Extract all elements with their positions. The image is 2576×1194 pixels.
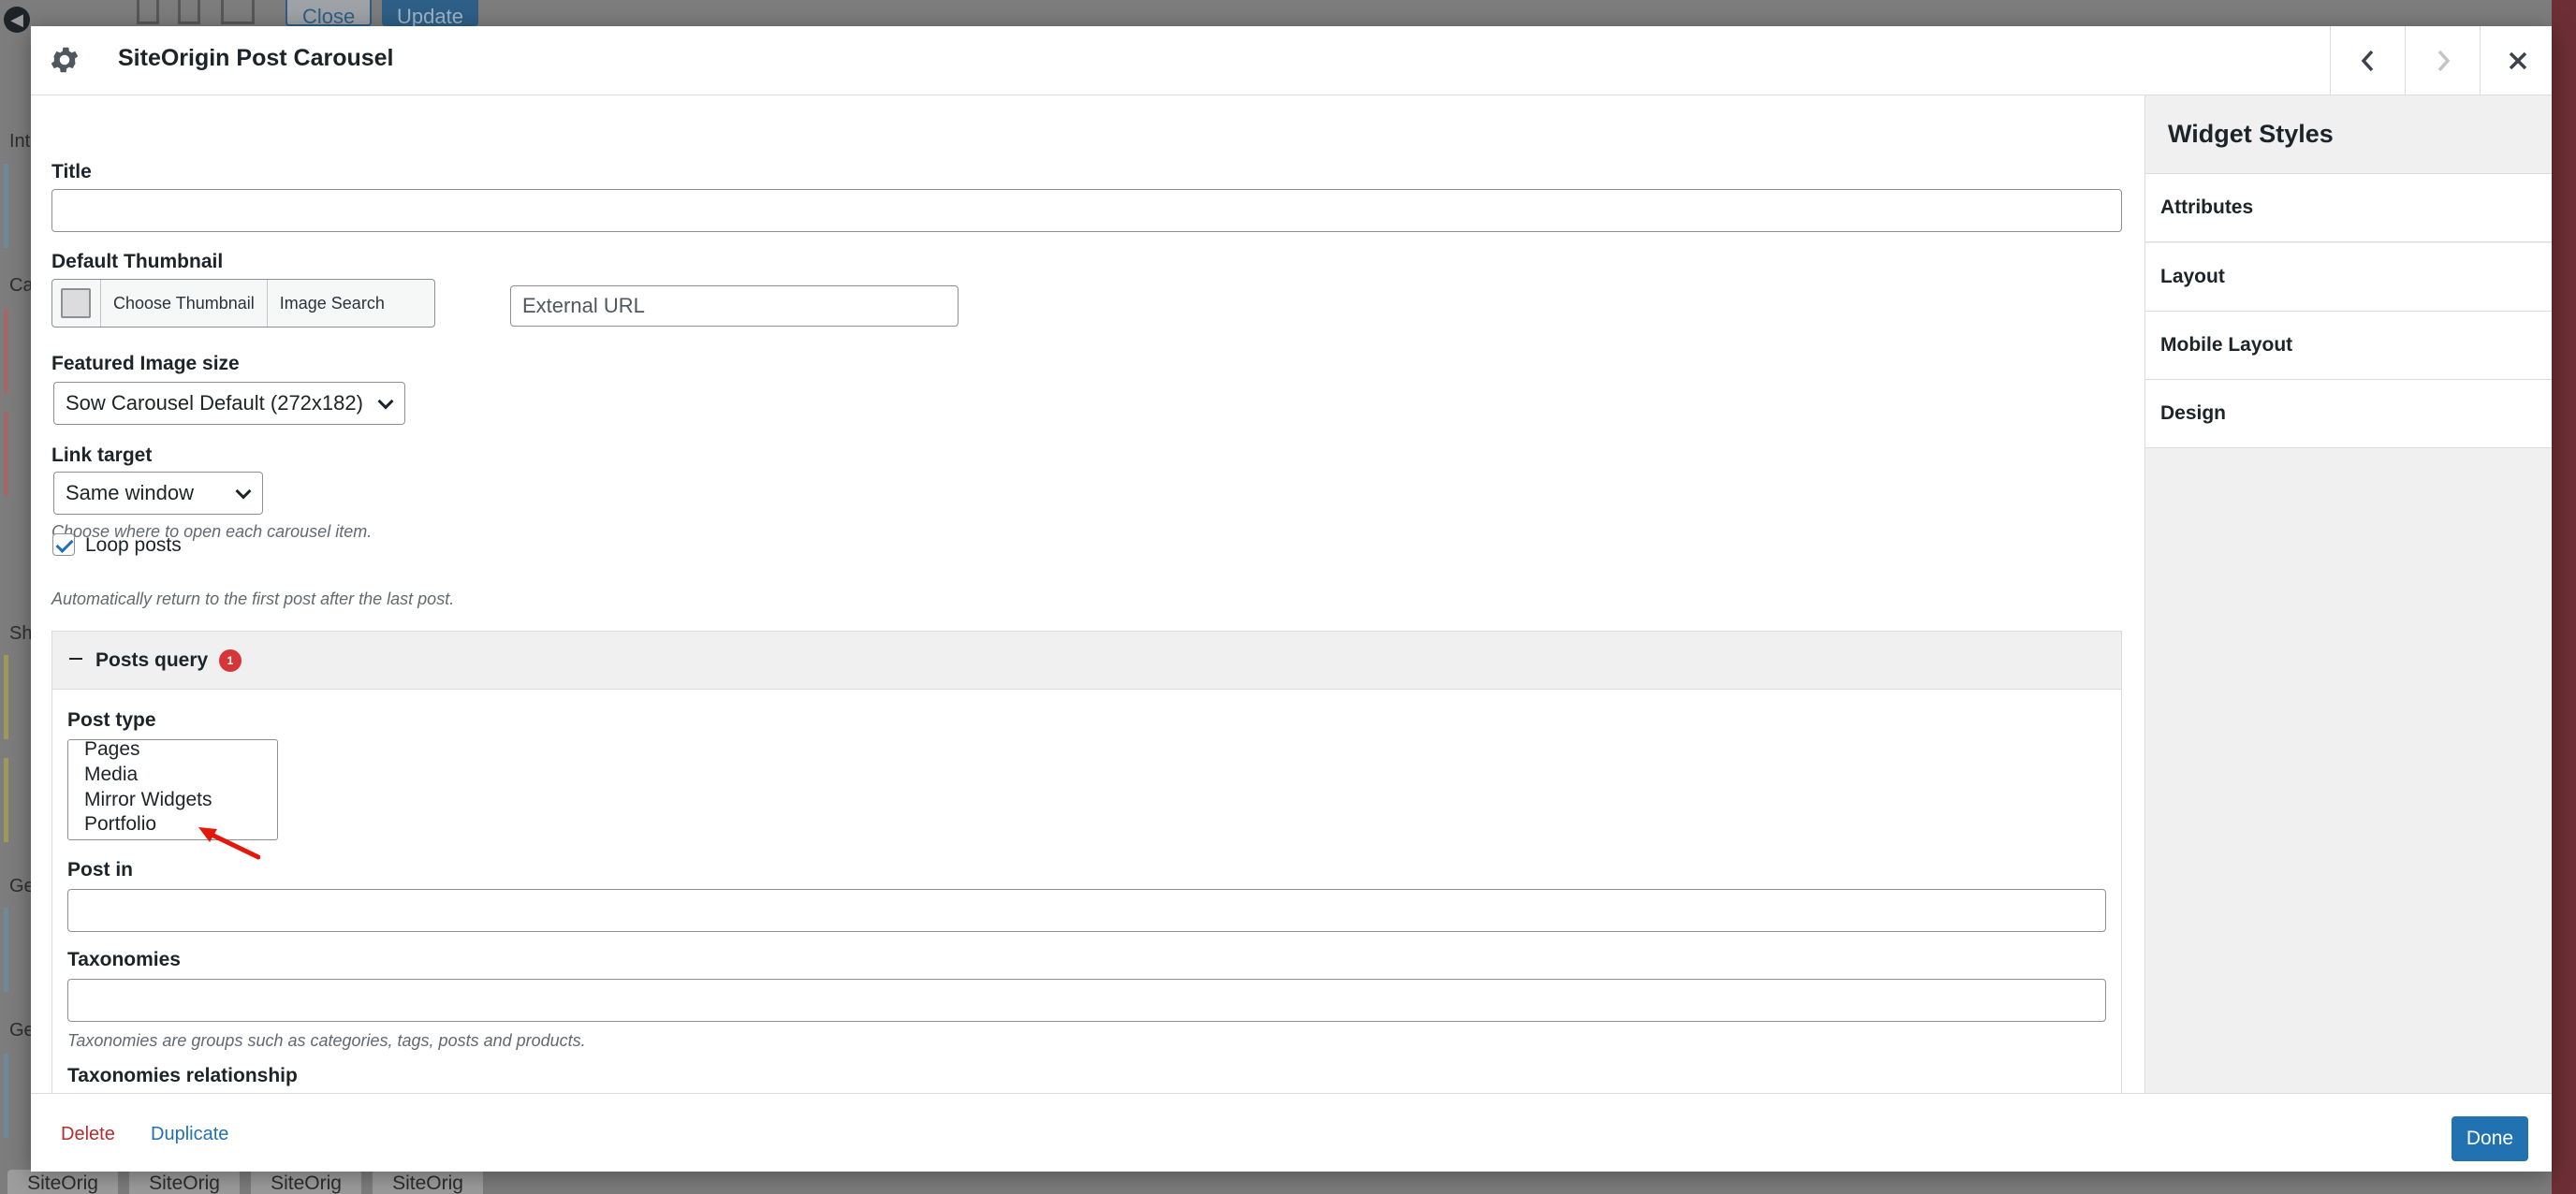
background-section-label: Ca [9,275,34,296]
chevron-right-icon [2437,50,2450,71]
post-in-input[interactable] [67,889,2106,932]
background-update-button[interactable]: Update [382,0,478,28]
background-widget-card [4,309,32,393]
collapse-minus-icon [69,658,82,660]
background-section-label: Sh [9,623,33,644]
next-widget-button[interactable] [2405,26,2480,95]
styles-section-design[interactable]: Design [2145,380,2552,448]
gear-icon [51,47,79,73]
error-count-badge: 1 [219,649,242,672]
background-widget-card [4,908,32,992]
styles-section-layout[interactable]: Layout [2145,243,2552,312]
post-type-option[interactable]: Mirror Widgets [84,789,212,811]
background-close-button[interactable]: Close [285,0,373,28]
tablet-device-icon[interactable] [178,0,200,24]
done-button[interactable]: Done [2452,1116,2528,1161]
image-search-button[interactable]: Image Search [268,280,397,327]
thumbnail-picker: Choose Thumbnail Image Search [51,279,435,328]
styles-section-mobile-layout[interactable]: Mobile Layout [2145,312,2552,380]
featured-image-size-label: Featured Image size [51,353,240,374]
close-icon [2509,51,2526,69]
default-thumbnail-label: Default Thumbnail [51,251,224,272]
delete-link[interactable]: Delete [61,1124,115,1145]
post-type-option[interactable]: Pages [84,740,140,761]
background-widget-card [4,1054,32,1138]
previous-widget-button[interactable] [2330,26,2405,95]
taxonomies-help: Taxonomies are groups such as categories… [67,1031,586,1050]
duplicate-link[interactable]: Duplicate [151,1124,228,1145]
loop-posts-checkbox[interactable] [52,533,75,556]
background-bottom-row: SiteOrig SiteOrig SiteOrig SiteOrig [0,1170,505,1194]
featured-image-size-value: Sow Carousel Default (272x182) [66,391,363,415]
loop-posts-label[interactable]: Loop posts [85,534,182,557]
post-type-label: Post type [67,709,156,731]
background-widget-tab: SiteOrig [7,1170,118,1194]
link-target-value: Same window [66,481,194,504]
background-widget-card [4,164,32,248]
styles-section-attributes[interactable]: Attributes [2145,174,2552,242]
featured-image-size-select[interactable]: Sow Carousel Default (272x182) [53,382,405,425]
close-dialog-button[interactable] [2480,26,2554,95]
background-toolbar: ◀ Close Update [0,0,496,33]
background-widget-card [4,758,32,842]
post-in-label: Post in [67,859,134,881]
title-label: Title [51,161,92,182]
chevron-down-icon [235,483,252,500]
taxonomies-label: Taxonomies [67,949,181,970]
widget-form: Title Default Thumbnail Choose Thumbnail… [31,95,2144,1093]
desktop-device-icon[interactable] [221,0,255,24]
posts-query-toggle[interactable]: Posts query 1 [52,632,2121,690]
background-widget-card [4,655,32,739]
collapse-arrow-icon[interactable]: ◀ [4,7,30,33]
thumbnail-preview[interactable] [52,280,101,327]
widget-styles-title: Widget Styles [2145,95,2552,174]
background-section-label: Int [9,131,31,152]
posts-query-title: Posts query [95,649,209,671]
background-widget-tab: SiteOrig [129,1170,240,1194]
widget-styles-panel: Widget Styles Attributes Layout Mobile L… [2144,95,2552,1093]
external-url-input[interactable]: External URL [510,285,959,327]
choose-thumbnail-button[interactable]: Choose Thumbnail [101,280,268,327]
title-input[interactable] [51,189,2122,232]
chevron-left-icon [2361,50,2373,71]
taxonomies-relationship-label: Taxonomies relationship [67,1065,298,1086]
post-type-option[interactable]: Portfolio [84,813,156,836]
mobile-device-icon[interactable] [137,0,159,24]
background-widget-sidebar: Int Ca Sh Ge Ge [0,56,35,1194]
taxonomies-input[interactable] [67,979,2106,1022]
widget-edit-dialog: SiteOrigin Post Carousel Title Default T… [31,26,2552,1172]
annotation-arrow-icon [198,827,260,860]
background-right-edge [2552,0,2576,1194]
dialog-header: SiteOrigin Post Carousel [31,26,2552,95]
link-target-label: Link target [51,444,153,466]
chevron-down-icon [377,393,394,410]
post-type-option[interactable]: Media [84,764,138,786]
background-widget-tab: SiteOrig [373,1170,483,1194]
dialog-title: SiteOrigin Post Carousel [118,45,394,71]
link-target-select[interactable]: Same window [53,472,263,515]
background-widget-card [4,412,32,496]
background-widget-tab: SiteOrig [251,1170,361,1194]
posts-query-section: Posts query 1 [51,631,2122,1093]
dialog-footer: Delete Duplicate Done [31,1093,2552,1172]
loop-posts-help: Automatically return to the first post a… [51,590,455,608]
